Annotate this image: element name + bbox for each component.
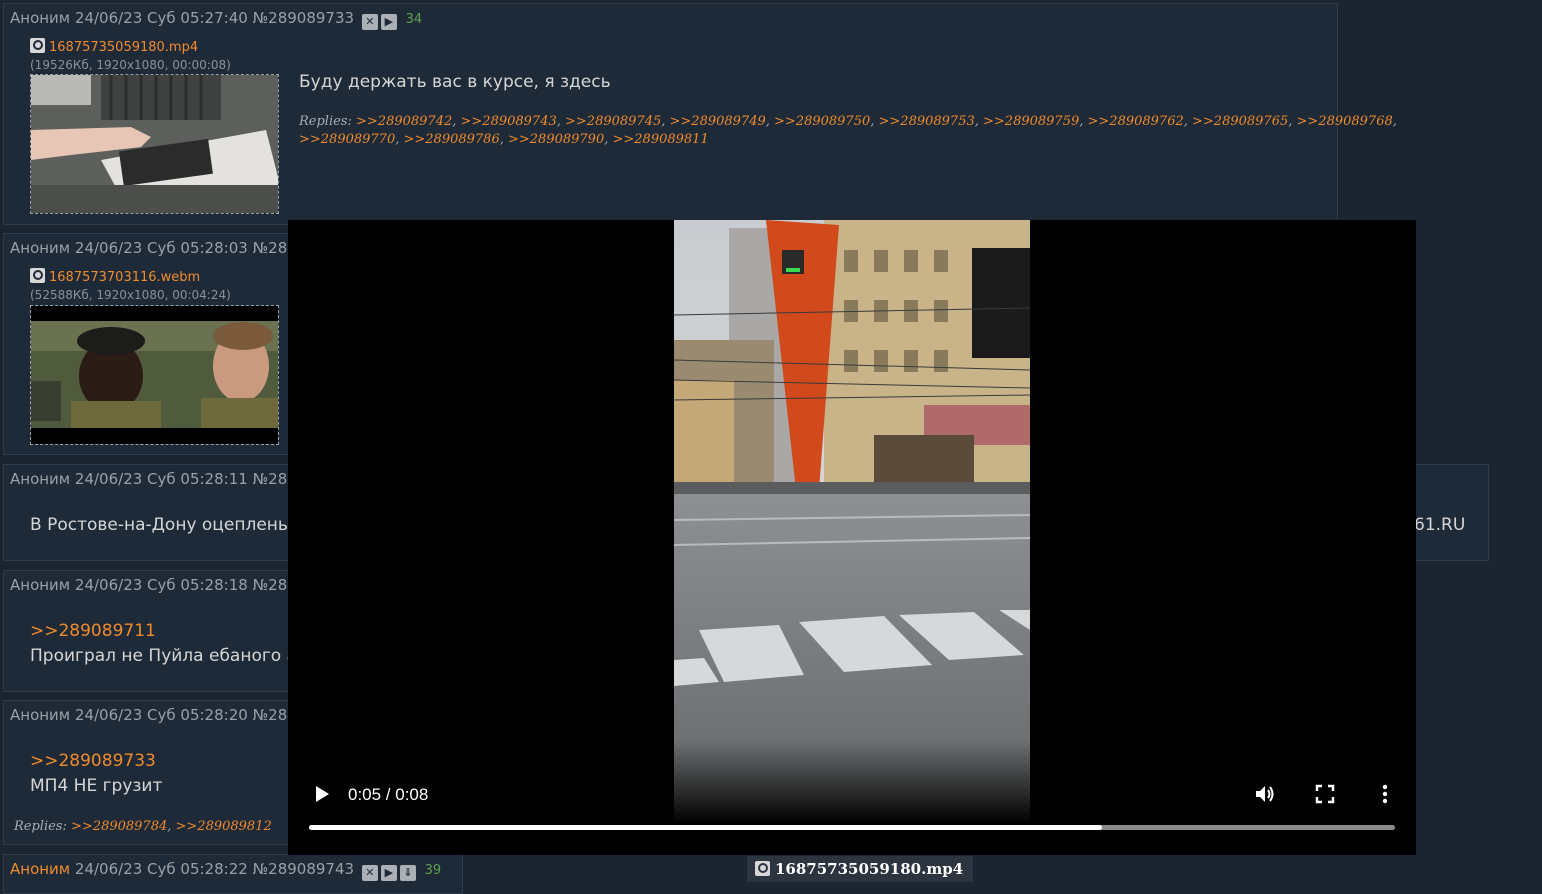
post-author: Аноним [10,239,71,257]
post-2: Аноним 24/06/23 Суб 05:28:03 №28 1687573… [3,233,303,455]
video-progress-bar[interactable] [309,825,1395,830]
reply-link[interactable]: >>289089743 [461,114,557,129]
reply-link[interactable]: >>289089768 [1297,114,1393,129]
reply-link[interactable]: >>289089790 [508,132,604,147]
reply-link[interactable]: >>289089759 [983,114,1079,129]
reply-link[interactable]: >>289089812 [176,819,272,834]
post-text-right: 61.RU [1414,515,1466,535]
file-meta: (19526Кб, 1920x1080, 00:00:08) [30,58,231,72]
post-header: Аноним 24/06/23 Суб 05:28:03 №28 [10,239,287,257]
video-caption: 16875735059180.mp4 [747,856,974,882]
file-name[interactable]: 16875735059180.mp4 [49,40,198,55]
video-time: 0:05 / 0:08 [348,785,429,804]
play-icon[interactable]: ▶ [380,14,397,30]
post-text: Буду держать вас в курсе, я здесь [299,72,611,92]
post-author: Аноним [10,706,71,724]
reply-link[interactable]: >>289089749 [670,114,766,129]
post-header: Аноним 24/06/23 Суб 05:28:11 №28 [10,470,287,488]
volume-icon[interactable] [1253,782,1277,806]
file-name[interactable]: 1687573703116.webm [49,270,200,285]
post-header: Аноним 24/06/23 Суб 05:28:20 №28 [10,706,287,724]
reply-link[interactable]: >>289089753 [879,114,975,129]
post-number[interactable]: №28 [253,576,288,594]
reply-count: 39 [424,863,442,878]
post-5: Аноним 24/06/23 Суб 05:28:20 №28 >>28908… [3,700,303,845]
video-progress-fill [309,825,1102,830]
post-date: 24/06/23 Суб 05:27:40 [74,9,248,27]
post-header: Аноним 24/06/23 Суб 05:28:18 №28 [10,576,287,594]
post-date: 24/06/23 Суб 05:28:11 [74,470,248,488]
quote-link[interactable]: >>289089733 [30,751,156,771]
fullscreen-icon[interactable] [1313,782,1337,806]
post-289089733: Аноним 24/06/23 Суб 05:27:40 №289089733 … [3,3,1397,225]
reply-link[interactable]: >>289089786 [404,132,500,147]
search-icon[interactable] [30,268,45,283]
video-thumbnail[interactable] [30,74,279,214]
post-number[interactable]: №289089743 [253,860,355,878]
search-icon[interactable] [30,38,45,53]
reply-count: 34 [405,12,423,27]
post-header: Аноним 24/06/23 Суб 05:27:40 №289089733 … [10,9,422,30]
post-author: Аноним [10,9,71,27]
post-date: 24/06/23 Суб 05:28:22 [74,860,248,878]
replies: Replies: >>289089784, >>289089812 [14,819,272,834]
reply-link[interactable]: >>289089745 [565,114,661,129]
replies: Replies: >>289089742, >>289089743, >>289… [299,114,1397,129]
video-filename: 16875735059180.mp4 [775,860,964,878]
replies-label: Replies: [299,114,352,129]
video-player[interactable]: 0:05 / 0:08 [288,220,1416,855]
post-text: МП4 НЕ грузит [30,776,163,796]
play-icon[interactable] [312,784,332,804]
more-vert-icon[interactable] [1373,782,1397,806]
reply-link[interactable]: >>289089765 [1192,114,1288,129]
file-meta: (52588Кб, 1920x1080, 00:04:24) [30,288,231,302]
download-icon[interactable]: ⇓ [399,865,416,881]
hide-icon[interactable]: ✕ [361,14,378,30]
reply-link[interactable]: >>289089762 [1088,114,1184,129]
reply-link[interactable]: >>289089770 [299,132,395,147]
replies-label: Replies: [14,819,67,834]
video-thumbnail[interactable] [30,305,279,445]
post-date: 24/06/23 Суб 05:28:03 [74,239,248,257]
post-author: Аноним [10,576,71,594]
post-author: Аноним [10,470,71,488]
post-number[interactable]: №28 [253,706,288,724]
post-text: Проиграл не Пуйла ебаного а [30,646,298,666]
post-number[interactable]: №289089733 [253,9,355,27]
file-link[interactable]: 16875735059180.mp4 [30,38,198,55]
search-icon[interactable] [755,861,770,876]
post-date: 24/06/23 Суб 05:28:20 [74,706,248,724]
reply-link[interactable]: >>289089811 [613,132,709,147]
post-author: Аноним [10,860,71,878]
quote-link[interactable]: >>289089711 [30,621,156,641]
post-289089743: Аноним 24/06/23 Суб 05:28:22 №289089743 … [3,854,463,894]
post-number[interactable]: №28 [253,239,288,257]
post-number[interactable]: №28 [253,470,288,488]
video-controls: 0:05 / 0:08 [288,220,1416,855]
file-link[interactable]: 1687573703116.webm [30,268,200,285]
post-date: 24/06/23 Суб 05:28:18 [74,576,248,594]
post-4: Аноним 24/06/23 Суб 05:28:18 №28 >>28908… [3,570,303,692]
replies-continued: >>289089770, >>289089786, >>289089790, >… [299,132,709,147]
post-header: Аноним 24/06/23 Суб 05:28:22 №289089743 … [10,860,441,881]
reply-link[interactable]: >>289089742 [356,114,452,129]
reply-link[interactable]: >>289089784 [71,819,167,834]
hide-icon[interactable]: ✕ [361,865,378,881]
play-icon[interactable]: ▶ [380,865,397,881]
post-text: В Ростове-на-Дону оцеплены [30,515,292,535]
reply-link[interactable]: >>289089750 [774,114,870,129]
